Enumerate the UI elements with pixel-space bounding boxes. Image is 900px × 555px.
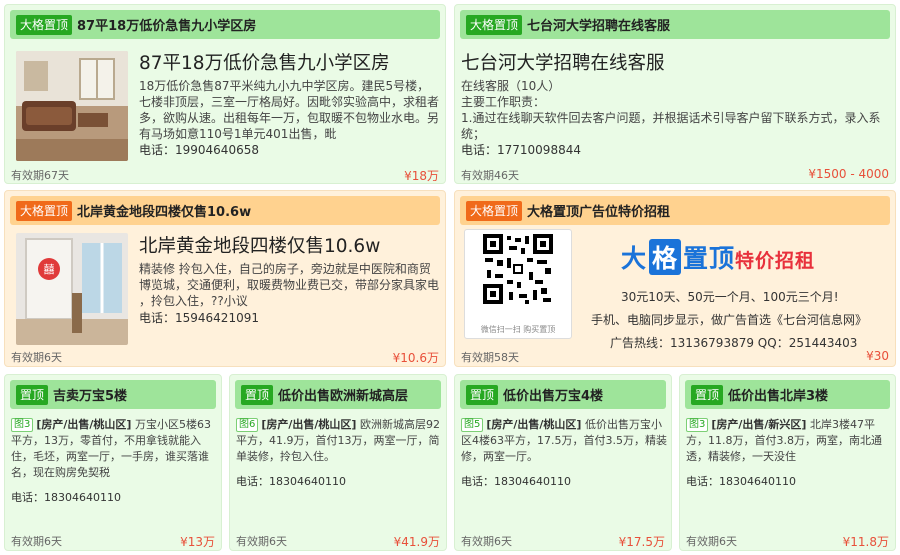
card-header-title[interactable]: 低价出售北岸3楼 bbox=[728, 385, 828, 404]
card-header[interactable]: 置顶 低价出售北岸3楼 bbox=[685, 380, 890, 409]
top-tag: 大格置顶 bbox=[16, 14, 73, 35]
card-header-title[interactable]: 大格置顶广告位特价招租 bbox=[527, 201, 670, 220]
card-header-title[interactable]: 吉卖万宝5楼 bbox=[53, 385, 127, 404]
photo-count-badge: 图6 bbox=[236, 418, 259, 432]
listing-category[interactable]: [房产/出售/新兴区] bbox=[711, 418, 806, 431]
listing-title[interactable]: 七台河大学招聘在线客服 bbox=[461, 53, 665, 75]
ad-promo-line: 手机、电脑同步显示，做广告首选《七台河信息网》 bbox=[591, 313, 868, 327]
job-duties-label: 主要工作职责： bbox=[461, 95, 546, 109]
listing-photo[interactable]: 囍 bbox=[16, 233, 128, 345]
listing-card-wanbao-4f[interactable]: 置顶 低价出售万宝4楼 图5 [房产/出售/桃山区] 低价出售万宝小区4楼63平方… bbox=[454, 374, 672, 551]
listing-card-customer-service-job[interactable]: 大格置顶 七台河大学招聘在线客服 七台河大学招聘在线客服 在线客服（10人） 主… bbox=[454, 4, 896, 184]
listing-photo[interactable] bbox=[16, 51, 128, 161]
living-room-photo-icon bbox=[16, 51, 128, 161]
photo-count-badge: 图3 bbox=[686, 418, 709, 432]
photo-count-badge: 图5 bbox=[461, 418, 484, 432]
photo-count-badge: 图3 bbox=[11, 418, 34, 432]
listing-category[interactable]: [房产/出售/桃山区] bbox=[261, 418, 356, 431]
ad-hotline: 广告热线：13136793879 QQ：251443403 bbox=[610, 336, 858, 350]
card-header[interactable]: 置顶 吉卖万宝5楼 bbox=[10, 380, 216, 409]
brand-char-ge: 格 bbox=[649, 239, 682, 275]
contact-phone: 电话：18304640110 bbox=[461, 475, 571, 488]
validity-period: 有效期6天 bbox=[461, 535, 512, 548]
listing-description-block: 图5 [房产/出售/桃山区] 低价出售万宝小区4楼63平方，17.5万，首付3.5… bbox=[461, 417, 667, 481]
contact-phone: 电话：18304640110 bbox=[11, 491, 121, 504]
listing-price: ¥13万 bbox=[180, 535, 215, 549]
listing-description: 18万低价急售87平米纯九小九中学区房。建民5号楼，七楼非顶层，三室一厅格局好。… bbox=[139, 79, 439, 141]
validity-period: 有效期6天 bbox=[11, 535, 62, 548]
apartment-room-photo-icon: 囍 bbox=[16, 233, 128, 345]
listing-card-ad-slot-promo[interactable]: 大格置顶 大格置顶广告位特价招租 微信扫一扫 购买置顶 大格置顶特价招租 30元… bbox=[454, 190, 896, 367]
qr-caption: 微信扫一扫 购买置顶 bbox=[480, 325, 556, 334]
card-header-title[interactable]: 87平18万低价急售九小学区房 bbox=[77, 15, 256, 34]
listing-card-europe-city[interactable]: 置顶 低价出售欧洲新城高层 图6 [房产/出售/桃山区] 欧洲新城高层92平方，4… bbox=[229, 374, 447, 551]
listing-description-block: 图3 [房产/出售/新兴区] 北岸3楼47平方，11.8万，首付3.8万，两室，南… bbox=[686, 417, 891, 481]
wechat-qr-code[interactable]: 微信扫一扫 购买置顶 bbox=[464, 229, 572, 339]
listing-card-school-house[interactable]: 大格置顶 87平18万低价急售九小学区房 87平18万低价急售九小学区房 18万… bbox=[4, 4, 446, 184]
card-header[interactable]: 大格置顶 七台河大学招聘在线客服 bbox=[460, 10, 890, 39]
card-header[interactable]: 置顶 低价出售欧洲新城高层 bbox=[235, 380, 441, 409]
listing-price: ¥11.8万 bbox=[842, 535, 889, 549]
card-header-title[interactable]: 低价出售欧洲新城高层 bbox=[278, 385, 408, 404]
validity-period: 有效期58天 bbox=[461, 351, 519, 364]
listing-price: ¥1500 - 4000 bbox=[808, 167, 889, 181]
validity-period: 有效期46天 bbox=[461, 169, 519, 182]
listing-description-block: 图3 [房产/出售/桃山区] 万宝小区5楼63平方，13万，零首付，不用拿钱就能入… bbox=[11, 417, 217, 497]
card-header[interactable]: 大格置顶 大格置顶广告位特价招租 bbox=[460, 196, 890, 225]
top-tag: 置顶 bbox=[16, 384, 49, 405]
job-positions: 在线客服（10人） bbox=[461, 79, 561, 93]
card-header-title[interactable]: 北岸黄金地段四楼仅售10.6w bbox=[77, 201, 251, 220]
brand-word-zhiding: 置顶 bbox=[683, 244, 736, 273]
validity-period: 有效期6天 bbox=[686, 535, 737, 548]
top-tag: 大格置顶 bbox=[466, 14, 523, 35]
qr-code-icon bbox=[483, 234, 553, 304]
contact-phone: 电话：19904640658 bbox=[139, 143, 259, 157]
ad-brand-banner: 大格置顶特价招租 bbox=[621, 239, 815, 275]
top-tag: 置顶 bbox=[241, 384, 274, 405]
listing-price: ¥41.9万 bbox=[393, 535, 440, 549]
validity-period: 有效期67天 bbox=[11, 169, 69, 182]
top-tag: 大格置顶 bbox=[16, 200, 73, 221]
listing-description-block: 图6 [房产/出售/桃山区] 欧洲新城高层92平方，41.9万，首付13万，两室一… bbox=[236, 417, 442, 481]
listing-card-north-bank-apartment[interactable]: 大格置顶 北岸黄金地段四楼仅售10.6w 囍 北岸黄金地段四楼仅售10.6w 精… bbox=[4, 190, 446, 367]
brand-special-offer: 特价招租 bbox=[735, 250, 816, 272]
listing-price: ¥18万 bbox=[404, 169, 439, 183]
contact-phone: 电话：17710098844 bbox=[461, 143, 581, 157]
listing-title[interactable]: 87平18万低价急售九小学区房 bbox=[139, 53, 390, 75]
card-header[interactable]: 置顶 低价出售万宝4楼 bbox=[460, 380, 666, 409]
contact-phone: 电话：18304640110 bbox=[236, 475, 346, 488]
listing-title[interactable]: 北岸黄金地段四楼仅售10.6w bbox=[139, 236, 380, 258]
card-header[interactable]: 大格置顶 87平18万低价急售九小学区房 bbox=[10, 10, 440, 39]
ad-pricing-line: 30元10天、50元一个月、100元三个月! bbox=[621, 290, 839, 304]
card-header[interactable]: 大格置顶 北岸黄金地段四楼仅售10.6w bbox=[10, 196, 440, 225]
listing-price: ¥17.5万 bbox=[618, 535, 665, 549]
listing-category[interactable]: [房产/出售/桃山区] bbox=[36, 418, 131, 431]
card-header-title[interactable]: 七台河大学招聘在线客服 bbox=[527, 15, 670, 34]
listing-description: 精装修 拎包入住，自己的房子，旁边就是中医院和商贸博览城，交通便利，取暖费物业费… bbox=[139, 262, 439, 308]
contact-phone: 电话：15946421091 bbox=[139, 311, 259, 325]
top-tag: 置顶 bbox=[691, 384, 724, 405]
listing-price: ¥10.6万 bbox=[392, 351, 439, 365]
listing-category[interactable]: [房产/出售/桃山区] bbox=[486, 418, 581, 431]
svg-text:囍: 囍 bbox=[44, 263, 55, 276]
card-header-title[interactable]: 低价出售万宝4楼 bbox=[503, 385, 603, 404]
validity-period: 有效期6天 bbox=[236, 535, 287, 548]
brand-char-da: 大 bbox=[621, 244, 648, 273]
listing-card-north-bank-3f[interactable]: 置顶 低价出售北岸3楼 图3 [房产/出售/新兴区] 北岸3楼47平方，11.8万… bbox=[679, 374, 896, 551]
contact-phone: 电话：18304640110 bbox=[686, 475, 796, 488]
validity-period: 有效期6天 bbox=[11, 351, 62, 364]
job-duty-item: 1.通过在线聊天软件回去客户问题，并根据话术引导客户留下联系方式，录入系统； bbox=[461, 111, 881, 141]
listing-card-wanbao-5f[interactable]: 置顶 吉卖万宝5楼 图3 [房产/出售/桃山区] 万宝小区5楼63平方，13万，零… bbox=[4, 374, 222, 551]
listing-price: ¥30 bbox=[866, 349, 889, 363]
top-tag: 大格置顶 bbox=[466, 200, 523, 221]
top-tag: 置顶 bbox=[466, 384, 499, 405]
